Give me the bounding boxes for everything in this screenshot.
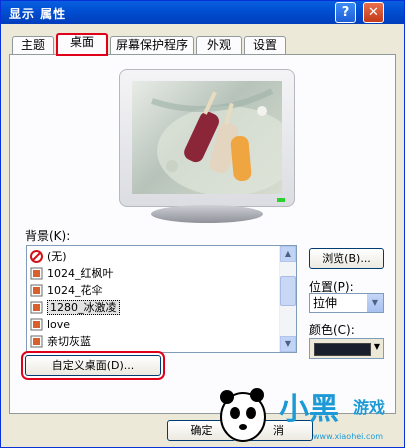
title-bar[interactable]: 显示 属性 ? ✕ (1, 1, 404, 24)
image-icon (30, 318, 43, 331)
xiaohei-logo: 小黑 游戏 www.xiaohei.com (220, 388, 385, 442)
background-label: 背景(K): (25, 229, 71, 243)
image-icon (30, 267, 43, 280)
list-item-label: 1024_红枫叶 (47, 267, 114, 280)
list-item-label: 1024_花伞 (47, 284, 103, 297)
chevron-down-icon: ▼ (373, 342, 380, 351)
scroll-thumb[interactable] (280, 276, 296, 306)
svg-text:www.xiaohei.com: www.xiaohei.com (313, 432, 383, 441)
list-item-selected[interactable]: 1280_冰激凌 (30, 299, 120, 316)
ice-cream-image (151, 88, 282, 194)
monitor-bezel (119, 69, 295, 207)
tab-themes[interactable]: 主题 (12, 36, 54, 54)
scroll-down-icon[interactable]: ▼ (280, 336, 296, 352)
chevron-down-icon[interactable]: ▼ (367, 294, 383, 312)
image-icon (30, 284, 43, 297)
list-item[interactable]: (无) (30, 248, 67, 265)
display-properties-window: 显示 属性 ? ✕ 主题 桌面 屏幕保护程序 外观 设置 背景(K): (无) … (0, 0, 405, 448)
tab-settings[interactable]: 设置 (244, 36, 286, 54)
window-title: 显示 属性 (9, 7, 67, 21)
color-label: 颜色(C): (309, 323, 355, 337)
list-item-label: love (47, 318, 71, 331)
list-item-label: 亲切灰蓝 (47, 335, 91, 348)
list-item[interactable]: 1024_花伞 (30, 282, 103, 299)
list-item[interactable]: 亲切灰蓝 (30, 333, 91, 350)
svg-text:小黑: 小黑 (279, 392, 339, 427)
help-button[interactable]: ? (335, 2, 356, 23)
desktop-tab-panel: 背景(K): (无) 1024_红枫叶 1024_花伞 1280_冰激凌 lov… (9, 54, 396, 414)
image-icon (30, 335, 43, 348)
tab-appearance[interactable]: 外观 (196, 36, 242, 54)
none-icon (30, 250, 43, 263)
browse-button[interactable]: 浏览(B)... (309, 248, 384, 269)
svg-text:游戏: 游戏 (353, 398, 385, 417)
scroll-up-icon[interactable]: ▲ (280, 246, 296, 262)
customize-desktop-button[interactable]: 自定义桌面(D)... (21, 351, 165, 380)
wallpaper-preview (132, 81, 282, 194)
power-led (277, 198, 285, 202)
list-scrollbar[interactable]: ▲ ▼ (279, 246, 296, 352)
image-icon (30, 301, 43, 314)
tab-desktop[interactable]: 桌面 (56, 33, 108, 56)
list-item-label: 1280_冰激凌 (47, 300, 120, 315)
close-button[interactable]: ✕ (363, 2, 384, 23)
position-value: 拉伸 (313, 296, 338, 310)
background-list[interactable]: (无) 1024_红枫叶 1024_花伞 1280_冰激凌 love 亲切灰蓝 … (26, 245, 297, 353)
monitor-preview (119, 69, 295, 227)
monitor-stand (151, 205, 263, 223)
color-picker-button[interactable]: ▼ (309, 338, 384, 359)
list-item[interactable]: love (30, 316, 70, 333)
position-select[interactable]: 拉伸 ▼ (309, 293, 384, 313)
list-item-label: (无) (47, 250, 67, 263)
tab-screensaver[interactable]: 屏幕保护程序 (110, 36, 194, 54)
list-item[interactable]: 1024_红枫叶 (30, 265, 114, 282)
color-swatch (314, 343, 371, 356)
